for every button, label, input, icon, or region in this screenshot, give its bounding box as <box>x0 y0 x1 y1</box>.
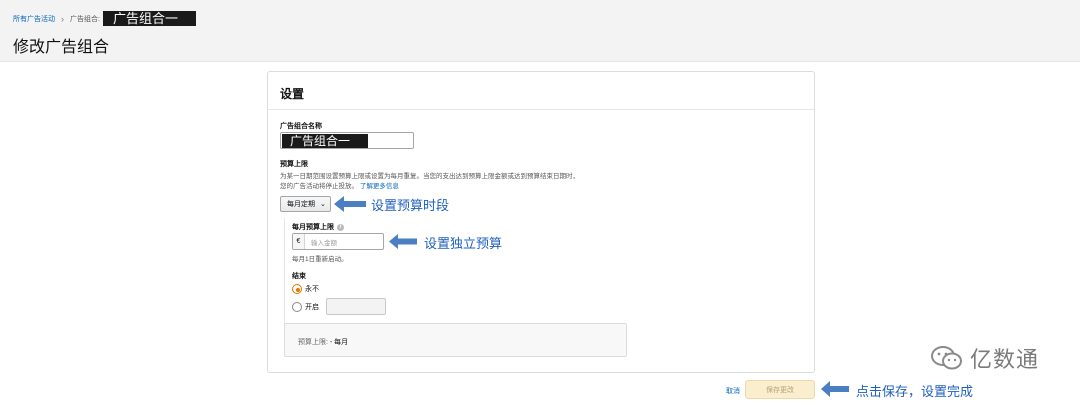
ad-group-name-value: 广告组合一 <box>282 134 368 148</box>
breadcrumb-all-campaigns-link[interactable]: 所有广告活动 <box>13 14 55 24</box>
arrow-left-icon <box>389 234 417 249</box>
end-on-option[interactable]: 开启 <box>292 302 319 312</box>
end-date-input[interactable] <box>326 298 386 315</box>
wechat-logo-icon <box>931 346 962 370</box>
summary-label: 预算上限: <box>298 339 328 346</box>
ad-group-name-input[interactable]: 广告组合一 <box>280 132 414 149</box>
end-on-radio[interactable] <box>292 302 302 312</box>
monthly-cap-label: 每月预算上限 i <box>292 222 344 232</box>
budget-cap-label: 预算上限 <box>280 161 308 168</box>
settings-card: 设置 广告组合名称 广告组合一 预算上限 为某一日期范围设置预算上限或设置为每月… <box>267 71 815 373</box>
budget-period-select[interactable]: 每月定期 ⌄ <box>280 196 331 212</box>
cancel-link[interactable]: 取消 <box>726 386 740 396</box>
settings-card-title: 设置 <box>268 72 814 110</box>
breadcrumb: 所有广告活动 › 广告组合: 广告组合一 <box>13 11 196 26</box>
annotation-save: 点击保存，设置完成 <box>856 385 974 400</box>
annotation-budget: 设置独立预算 <box>424 237 503 252</box>
budget-period-value: 每月定期 <box>287 201 315 208</box>
end-label: 结束 <box>292 273 306 280</box>
budget-amount-placeholder: 输入金额 <box>311 239 337 247</box>
chevron-down-icon: ⌄ <box>320 201 326 208</box>
arrow-left-icon <box>821 381 849 397</box>
budget-description: 为某一日期范围设置预算上限或设置为每月重复。当您的支出达到预算上限金额或达到预算… <box>280 172 640 191</box>
end-never-label: 永不 <box>305 286 319 293</box>
annotation-period: 设置预算时段 <box>371 199 450 214</box>
arrow-left-icon <box>334 196 366 212</box>
end-never-option[interactable]: 永不 <box>292 284 319 294</box>
budget-description-line-2: 您的广告活动将停止投放。 <box>280 182 358 190</box>
info-icon[interactable]: i <box>337 223 344 231</box>
save-changes-button[interactable]: 保存更改 <box>745 380 815 399</box>
watermark-text: 亿数通 <box>970 348 1040 373</box>
budget-amount-input[interactable]: € 输入金额 <box>292 233 384 250</box>
monthly-cap-label-text: 每月预算上限 <box>292 224 334 231</box>
breadcrumb-ad-group-name: 广告组合一 <box>102 11 196 26</box>
ad-group-name-label: 广告组合名称 <box>280 123 322 130</box>
learn-more-link[interactable]: 了解更多信息 <box>360 183 399 190</box>
breadcrumb-separator: › <box>61 13 64 24</box>
page-header: 所有广告活动 › 广告组合: 广告组合一 修改广告组合 <box>0 0 1080 62</box>
budget-summary: 预算上限: - 每月 <box>284 323 627 357</box>
budget-description-line-1: 为某一日期范围设置预算上限或设置为每月重复。当您的支出达到预算上限金额或达到预算… <box>280 173 579 180</box>
breadcrumb-ad-group-label: 广告组合: <box>70 15 100 23</box>
summary-value: - 每月 <box>329 339 349 346</box>
page-title: 修改广告组合 <box>13 39 110 56</box>
end-on-label: 开启 <box>305 304 319 311</box>
restart-note: 每月1日重新启动。 <box>292 256 348 263</box>
currency-symbol: € <box>293 234 305 249</box>
end-never-radio[interactable] <box>292 284 302 294</box>
watermark: 亿数通 <box>930 342 1039 374</box>
